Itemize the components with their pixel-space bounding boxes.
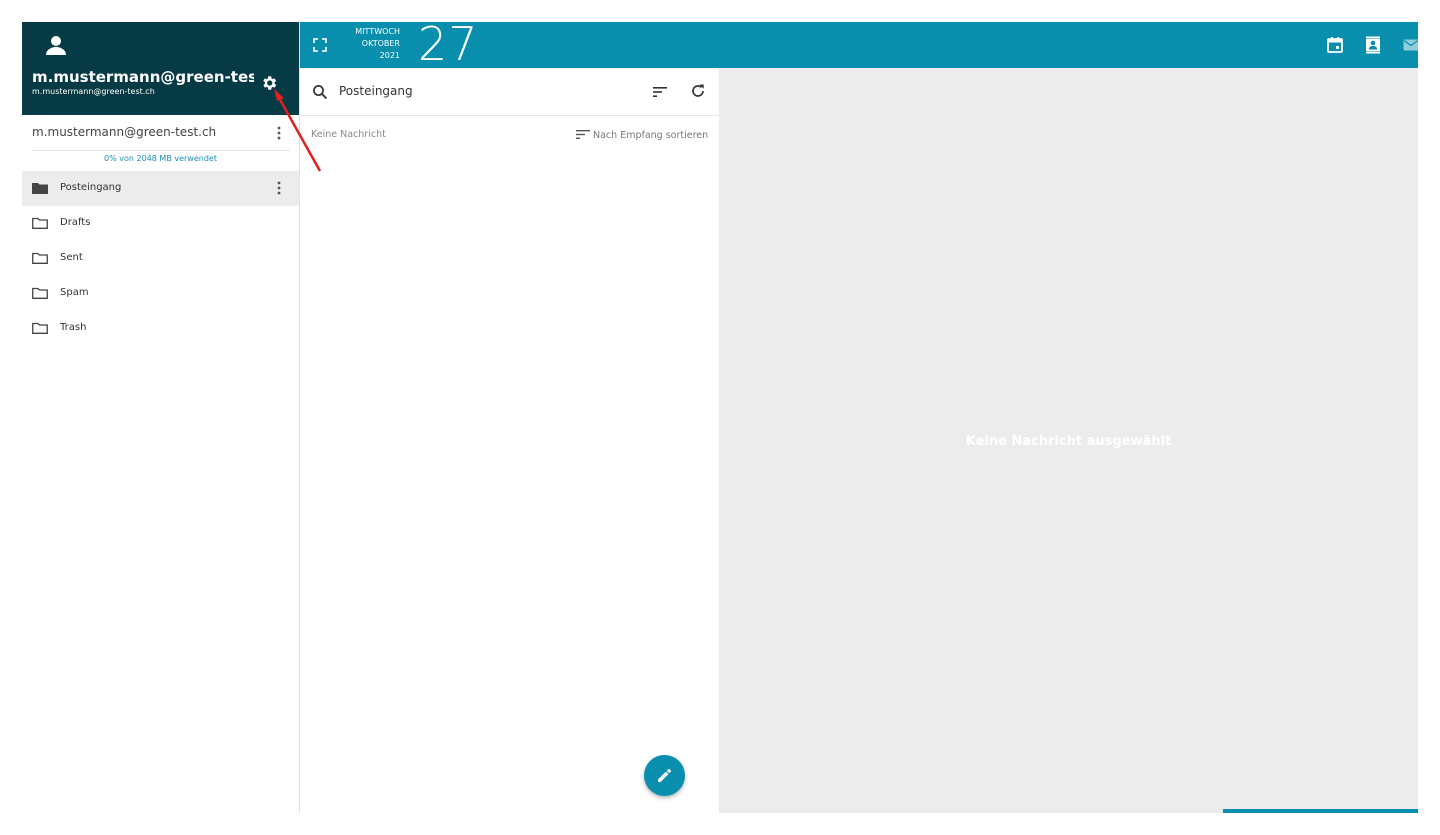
progress-bar [1223,809,1418,813]
folder-label: Sent [60,252,83,263]
quota-text: 0% von 2048 MB verwendet [104,154,217,163]
more-vertical-icon[interactable] [272,180,286,196]
account-title: m.mustermann@green-test.ch [32,68,254,86]
more-vertical-icon[interactable] [272,124,286,142]
message-list: Posteingang Keine Nachricht Nach Empfang… [300,68,719,813]
account-subtitle: m.mustermann@green-test.ch [32,87,155,96]
day-number: 27 [418,22,479,71]
folder-spam[interactable]: Spam [22,276,299,311]
refresh-icon[interactable] [690,83,706,99]
account-name: m.mustermann@green-test.ch [32,125,217,139]
search-bar: Posteingang [300,68,719,116]
folder-drafts[interactable]: Drafts [22,206,299,241]
date-text: MITTWOCH OKTOBER 2021 [340,26,400,62]
user-avatar-icon[interactable] [44,33,68,57]
pencil-icon [658,768,672,782]
search-input[interactable]: Posteingang [339,84,413,98]
no-message-selected-text: Keine Nachricht ausgewählt [965,434,1172,449]
fullscreen-icon[interactable] [313,38,327,52]
calendar-icon[interactable] [1326,36,1344,54]
folder-trash[interactable]: Trash [22,311,299,346]
sort-by-button[interactable]: Nach Empfang sortieren [576,129,708,141]
mail-app: m.mustermann@green-test.ch m.mustermann@… [22,22,1418,813]
top-bar: MITTWOCH OKTOBER 2021 27 [300,22,1418,71]
contacts-icon[interactable] [1364,36,1382,54]
month: OKTOBER [361,39,400,48]
folder-filled-icon [32,183,48,194]
divider [32,150,290,151]
empty-list-text: Keine Nachricht [311,129,386,140]
folder-label: Trash [60,322,87,333]
gear-icon[interactable] [260,74,278,92]
folder-posteingang[interactable]: Posteingang [22,171,299,206]
folder-sent[interactable]: Sent [22,241,299,276]
folder-icon [32,322,48,334]
weekday: MITTWOCH [355,27,400,36]
account-row[interactable]: m.mustermann@green-test.ch [22,116,299,150]
folder-label: Spam [60,287,89,298]
folder-icon [32,217,48,229]
folder-label: Posteingang [60,182,122,193]
compose-button[interactable] [644,755,685,796]
reading-pane: Keine Nachricht ausgewählt [719,68,1418,813]
sort-icon [576,130,590,139]
sort-by-label: Nach Empfang sortieren [593,130,709,141]
folder-label: Drafts [60,217,91,228]
folder-icon [32,252,48,264]
account-header: m.mustermann@green-test.ch m.mustermann@… [22,22,299,115]
search-icon[interactable] [312,84,328,100]
sidebar: m.mustermann@green-test.ch m.mustermann@… [22,22,300,813]
mail-icon[interactable] [1402,36,1418,54]
year: 2021 [379,51,400,60]
folder-icon [32,287,48,299]
sort-icon[interactable] [652,84,668,100]
